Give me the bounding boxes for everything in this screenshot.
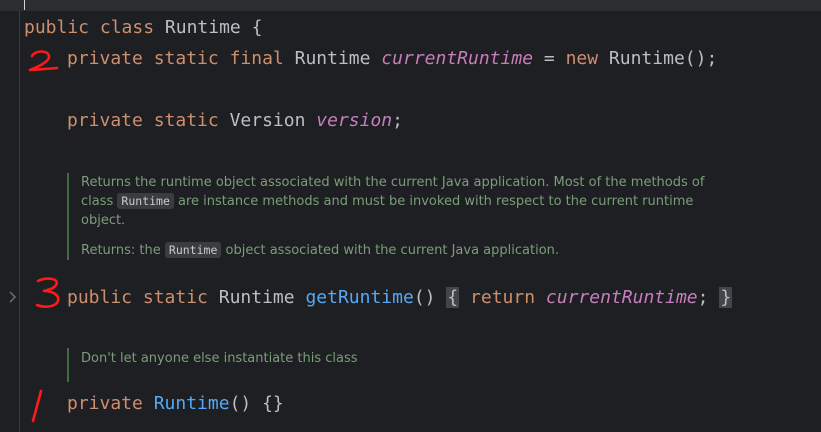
keyword-final: final bbox=[229, 48, 284, 69]
code-chip-runtime: Runtime bbox=[164, 242, 222, 258]
keyword-new: new bbox=[565, 48, 599, 69]
class-name: Runtime bbox=[164, 17, 241, 38]
constructor-body: () {} bbox=[229, 393, 284, 414]
text-cursor bbox=[24, 0, 25, 10]
keyword-public: public bbox=[67, 287, 133, 308]
code-line-get-runtime-method[interactable]: public static Runtime getRuntime() { ret… bbox=[67, 287, 733, 309]
code-line-current-runtime-field[interactable]: private static final Runtime currentRunt… bbox=[67, 48, 717, 70]
semicolon: ; bbox=[697, 287, 709, 308]
doc-text: class bbox=[81, 194, 114, 209]
javadoc-get-runtime: Returns the runtime object associated wi… bbox=[67, 173, 721, 260]
doc-line: object. bbox=[81, 213, 126, 228]
assign-operator: = bbox=[543, 48, 555, 69]
annotation-number-3: 3 bbox=[35, 277, 60, 308]
keyword-static: static bbox=[142, 287, 208, 308]
open-brace: { bbox=[251, 17, 263, 38]
semicolon: ; bbox=[392, 110, 403, 131]
field-current-runtime: currentRuntime bbox=[381, 48, 534, 69]
doc-text: are instance methods and must be invoked… bbox=[178, 194, 694, 209]
type-name: Runtime bbox=[294, 48, 371, 69]
editor-top-bar bbox=[0, 0, 821, 11]
keyword-private: private bbox=[67, 110, 143, 131]
gutter-divider bbox=[19, 11, 20, 432]
keyword-public: public bbox=[24, 17, 90, 38]
keyword-static: static bbox=[153, 110, 219, 131]
code-line-version-field[interactable]: private static Version version; bbox=[67, 110, 403, 132]
field-version: version bbox=[316, 110, 393, 131]
doc-line: Returns the runtime object associated wi… bbox=[81, 175, 705, 190]
constructor-name: Runtime bbox=[153, 393, 230, 414]
code-line-constructor[interactable]: private Runtime() {} bbox=[67, 393, 284, 415]
parens: () bbox=[413, 287, 436, 308]
keyword-return: return bbox=[470, 287, 536, 308]
keyword-class: class bbox=[99, 17, 155, 38]
annotation-number-2: 2 bbox=[28, 50, 59, 72]
keyword-private: private bbox=[67, 48, 143, 69]
code-chip-runtime: Runtime bbox=[117, 193, 174, 209]
method-name: getRuntime bbox=[305, 287, 414, 308]
doc-line: class Runtime are instance methods and m… bbox=[81, 192, 721, 211]
folded-close-brace[interactable]: } bbox=[719, 287, 733, 308]
chevron-right-icon[interactable] bbox=[8, 288, 18, 306]
keyword-private: private bbox=[67, 393, 143, 414]
code-line-class-declaration[interactable]: public class Runtime { bbox=[24, 17, 262, 39]
doc-line: Don't let anyone else instantiate this c… bbox=[81, 351, 358, 366]
constructor-call: Runtime(); bbox=[608, 48, 718, 69]
folded-open-brace[interactable]: { bbox=[446, 287, 460, 308]
field-current-runtime: currentRuntime bbox=[545, 287, 698, 308]
doc-returns-line: Returns: the Runtime object associated w… bbox=[81, 241, 721, 260]
doc-returns-label: Returns: the bbox=[81, 243, 161, 258]
doc-text: object associated with the current Java … bbox=[225, 243, 560, 258]
type-name: Version bbox=[229, 110, 306, 131]
type-name: Runtime bbox=[218, 287, 295, 308]
javadoc-constructor: Don't let anyone else instantiate this c… bbox=[67, 348, 358, 382]
keyword-static: static bbox=[153, 48, 219, 69]
annotation-number-1: 1 bbox=[31, 389, 43, 423]
